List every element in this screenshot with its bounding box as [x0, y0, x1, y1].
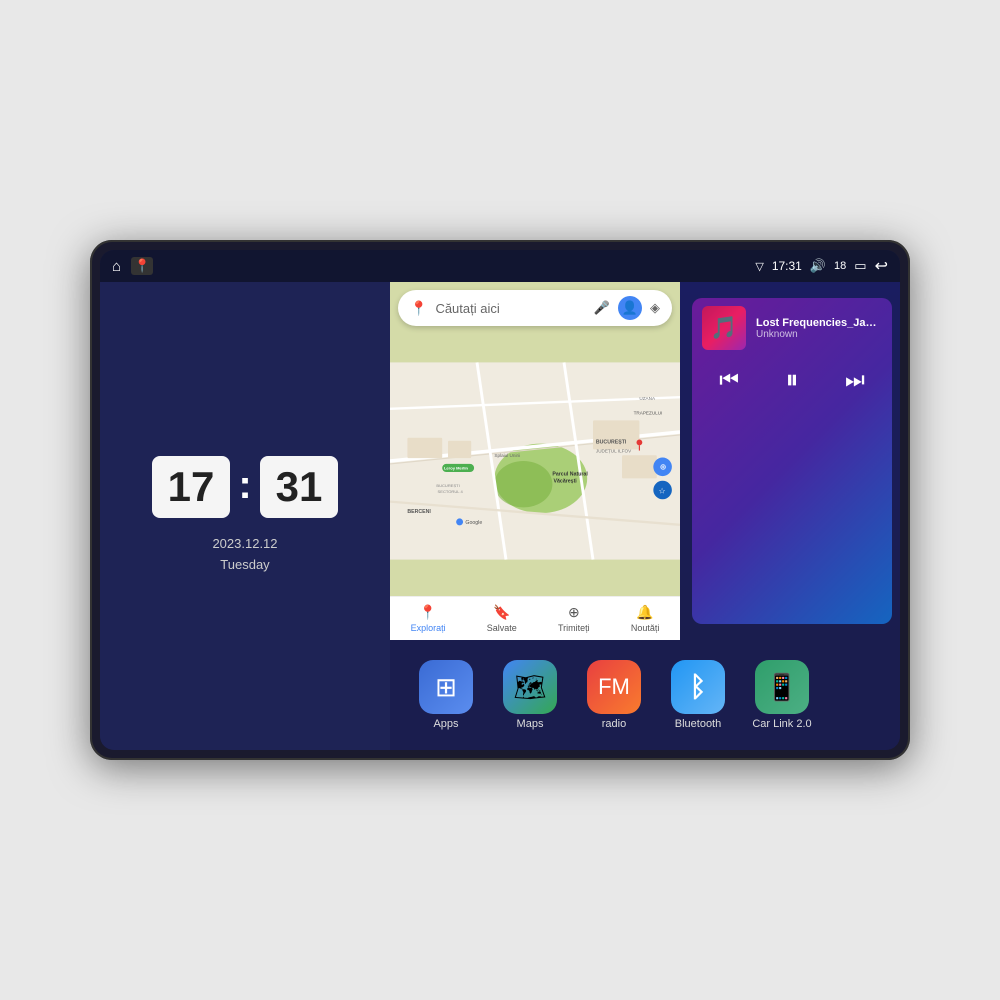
device-screen: ⌂ 📍 ▽ 17:31 🔊 18 ▭ ↩ 17 : 31	[100, 250, 900, 750]
explore-label: Explorați	[411, 623, 446, 633]
map-nav-news[interactable]: 🔔 Noutăți	[631, 604, 660, 633]
music-play-button[interactable]: ⏸	[785, 364, 798, 396]
svg-text:UZANA: UZANA	[639, 396, 656, 401]
news-label: Noutăți	[631, 623, 660, 633]
account-icon[interactable]: 👤	[618, 296, 642, 320]
svg-text:BUCUREȘTI: BUCUREȘTI	[436, 483, 459, 488]
car-head-unit: ⌂ 📍 ▽ 17:31 🔊 18 ▭ ↩ 17 : 31	[90, 240, 910, 760]
maps-icon: 🗺	[513, 672, 546, 703]
carlink-icon: 📱	[766, 672, 798, 703]
clock-panel: 17 : 31 2023.12.12 Tuesday	[100, 282, 390, 750]
svg-text:TRAPEZULUI: TRAPEZULUI	[634, 411, 663, 416]
maps-status-icon[interactable]: 📍	[131, 257, 153, 275]
apps-row: ⊞ Apps 🗺 Maps FM	[390, 640, 900, 750]
svg-text:SECTORUL 4: SECTORUL 4	[438, 489, 464, 494]
map-search-right: 🎤 👤 ◈	[594, 296, 660, 320]
saved-icon: 🔖	[493, 604, 510, 621]
svg-text:⊕: ⊕	[660, 463, 667, 472]
app-item-maps[interactable]: 🗺 Maps	[490, 654, 570, 736]
gps-icon: ▽	[755, 260, 763, 273]
clock-minutes: 31	[260, 456, 339, 518]
app-item-carlink[interactable]: 📱 Car Link 2.0	[742, 654, 822, 736]
maps-label: Maps	[517, 718, 544, 730]
status-left-icons: ⌂ 📍	[112, 257, 153, 275]
music-title: Lost Frequencies_Janieck Devy-...	[756, 317, 882, 329]
music-artist: Unknown	[756, 329, 882, 340]
radio-icon-box: FM	[587, 660, 641, 714]
battery-icon: ▭	[854, 258, 866, 274]
status-bar: ⌂ 📍 ▽ 17:31 🔊 18 ▭ ↩	[100, 250, 900, 282]
voice-search-icon[interactable]: 🎤	[594, 300, 610, 316]
svg-text:BERCENI: BERCENI	[407, 509, 431, 515]
bluetooth-icon: ᛒ	[690, 671, 707, 703]
map-nav-share[interactable]: ⊕ Trimiteți	[558, 604, 590, 633]
music-thumbnail: 🎵	[702, 306, 746, 350]
apps-icon-box: ⊞	[419, 660, 473, 714]
svg-text:BUCUREȘTI: BUCUREȘTI	[596, 440, 627, 446]
svg-text:Văcărești: Văcărești	[554, 478, 578, 484]
home-icon[interactable]: ⌂	[112, 258, 121, 275]
share-label: Trimiteți	[558, 623, 590, 633]
svg-text:JUDEȚUL ILFOV: JUDEȚUL ILFOV	[596, 448, 632, 453]
saved-label: Salvate	[487, 623, 517, 633]
map-nav-explore[interactable]: 📍 Explorați	[411, 604, 446, 633]
layers-icon[interactable]: ◈	[650, 300, 660, 316]
bluetooth-label: Bluetooth	[675, 718, 721, 730]
radio-label: radio	[602, 718, 626, 730]
clock-display: 17 : 31	[152, 456, 339, 518]
radio-icon: FM	[598, 674, 630, 700]
app-item-radio[interactable]: FM radio	[574, 654, 654, 736]
map-search-text[interactable]: Căutați aici	[435, 301, 585, 316]
svg-text:Splaiul Unirii: Splaiul Unirii	[494, 453, 520, 458]
status-time: 17:31	[772, 259, 802, 273]
apps-icon: ⊞	[435, 672, 457, 703]
map-panel[interactable]: Parcul Natural Văcărești BUCUREȘTI JUDEȚ…	[390, 282, 680, 640]
volume-icon: 🔊	[810, 258, 826, 274]
carlink-label: Car Link 2.0	[752, 718, 811, 730]
news-icon: 🔔	[636, 604, 653, 621]
music-info-row: 🎵 Lost Frequencies_Janieck Devy-... Unkn…	[692, 298, 892, 358]
map-search-bar[interactable]: 📍 Căutați aici 🎤 👤 ◈	[398, 290, 672, 326]
music-panel: 🎵 Lost Frequencies_Janieck Devy-... Unkn…	[680, 282, 900, 640]
explore-icon: 📍	[419, 604, 436, 621]
maps-icon-box: 🗺	[503, 660, 557, 714]
music-text: Lost Frequencies_Janieck Devy-... Unknow…	[756, 317, 882, 340]
back-icon[interactable]: ↩	[875, 256, 888, 276]
map-bottom-nav: 📍 Explorați 🔖 Salvate ⊕ Trimiteți	[390, 596, 680, 640]
app-item-apps[interactable]: ⊞ Apps	[406, 654, 486, 736]
svg-text:Google: Google	[465, 520, 482, 526]
app-item-bluetooth[interactable]: ᛒ Bluetooth	[658, 654, 738, 736]
status-right-icons: ▽ 17:31 🔊 18 ▭ ↩	[755, 256, 888, 276]
svg-text:Parcul Natural: Parcul Natural	[552, 472, 588, 478]
music-next-button[interactable]: ⏭	[845, 367, 865, 393]
music-controls: ⏮ ⏸ ⏭	[692, 358, 892, 406]
apps-label: Apps	[433, 718, 458, 730]
music-prev-button[interactable]: ⏮	[719, 367, 739, 393]
clock-hours: 17	[152, 456, 231, 518]
map-nav-saved[interactable]: 🔖 Salvate	[487, 604, 517, 633]
date-display: 2023.12.12 Tuesday	[212, 534, 277, 576]
carlink-icon-box: 📱	[755, 660, 809, 714]
svg-text:☆: ☆	[659, 486, 666, 495]
battery-level: 18	[834, 260, 846, 272]
music-card: 🎵 Lost Frequencies_Janieck Devy-... Unkn…	[692, 298, 892, 624]
map-pin-icon: 📍	[410, 300, 427, 317]
bluetooth-icon-box: ᛒ	[671, 660, 725, 714]
share-icon: ⊕	[568, 604, 580, 621]
clock-separator: :	[238, 465, 251, 505]
apps-container: ⊞ Apps 🗺 Maps FM	[406, 654, 884, 736]
svg-text:Leroy Merlin: Leroy Merlin	[444, 466, 469, 471]
